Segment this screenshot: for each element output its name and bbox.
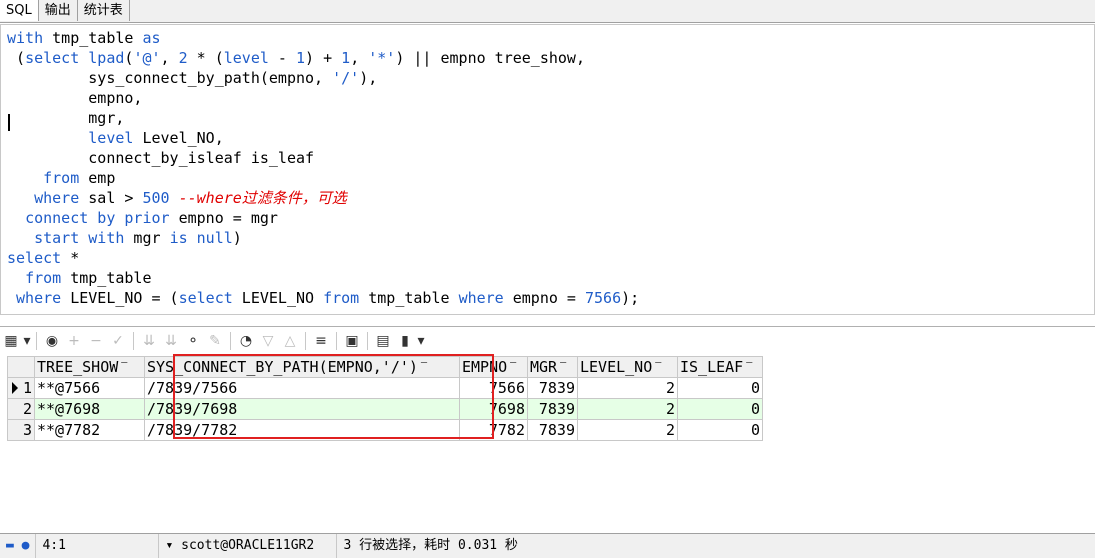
header-mgr[interactable]: MGR ─ [527,356,578,378]
tab-statistics[interactable]: 统计表 [78,0,130,21]
cursor-position: 4:1 [36,534,160,558]
sql-editor[interactable]: with tmp_table as (select lpad('@', 2 * … [0,24,1095,315]
header-is-leaf[interactable]: IS_LEAF ─ [677,356,763,378]
cell-level-no[interactable]: 2 [577,398,678,420]
row-indicator[interactable]: 2 [7,398,35,420]
highlight-box [173,354,494,439]
query-by-example-icon[interactable]: ◔ [235,333,257,349]
previous-record-icon[interactable]: ▽ [257,333,279,349]
cell-mgr[interactable]: 7839 [527,419,578,441]
header-level-no[interactable]: LEVEL_NO ─ [577,356,678,378]
row-indicator[interactable]: 3 [7,419,35,441]
export-icon[interactable]: ▣ [341,333,363,349]
connection-label[interactable]: ▾ scott@ORACLE11GR2 [159,534,338,558]
tab-sql[interactable]: SQL [0,0,39,21]
cell-mgr[interactable]: 7839 [527,398,578,420]
single-record-view-icon[interactable]: ≡ [310,333,332,349]
cell-level-no[interactable]: 2 [577,377,678,399]
current-row-arrow-icon [12,382,18,394]
status-mode-icon: ▬ ● [0,534,37,558]
post-changes-icon[interactable]: ✓ [107,333,129,349]
dropdown-arrow-icon[interactable]: ▾ [22,333,32,349]
cell-is-leaf[interactable]: 0 [677,398,763,420]
text-caret [8,114,10,131]
cell-is-leaf[interactable]: 0 [677,419,763,441]
cell-tree-show[interactable]: **@7782 [34,419,145,441]
delete-row-icon[interactable]: − [85,333,107,349]
print-icon[interactable]: ▤ [372,333,394,349]
cell-tree-show[interactable]: **@7698 [34,398,145,420]
tab-output[interactable]: 输出 [39,0,78,21]
status-message: 3 行被选择，耗时 0.031 秒 [343,538,518,553]
fetch-all-icon[interactable]: ⇊ [160,333,182,349]
result-tabs: SQL 输出 统计表 [0,0,1095,23]
lock-icon[interactable]: ◉ [41,333,63,349]
header-corner [7,356,35,378]
sql-code[interactable]: with tmp_table as (select lpad('@', 2 * … [7,28,639,308]
grid-toolbar: ▦ ▾ ◉ + − ✓ ⇊ ⇊ ⚬ ✎ ◔ ▽ △ ≡ ▣ ▤ ▮ ▾ [0,326,1095,354]
find-icon[interactable]: ⚬ [182,333,204,349]
row-indicator[interactable]: 1 [7,377,35,399]
grid-view-icon[interactable]: ▦ [0,333,22,349]
fetch-next-icon[interactable]: ⇊ [138,333,160,349]
next-record-icon[interactable]: △ [279,333,301,349]
chart-icon[interactable]: ▮ [394,333,416,349]
status-bar: ▬ ● 4:1 ▾ scott@ORACLE11GR2 3 行被选择，耗时 0.… [0,533,1095,558]
cell-level-no[interactable]: 2 [577,419,678,441]
chart-dropdown-icon[interactable]: ▾ [416,333,426,349]
add-row-icon[interactable]: + [63,333,85,349]
cell-tree-show[interactable]: **@7566 [34,377,145,399]
header-tree-show[interactable]: TREE_SHOW ─ [34,356,145,378]
clear-icon[interactable]: ✎ [204,333,226,349]
cell-mgr[interactable]: 7839 [527,377,578,399]
cell-is-leaf[interactable]: 0 [677,377,763,399]
